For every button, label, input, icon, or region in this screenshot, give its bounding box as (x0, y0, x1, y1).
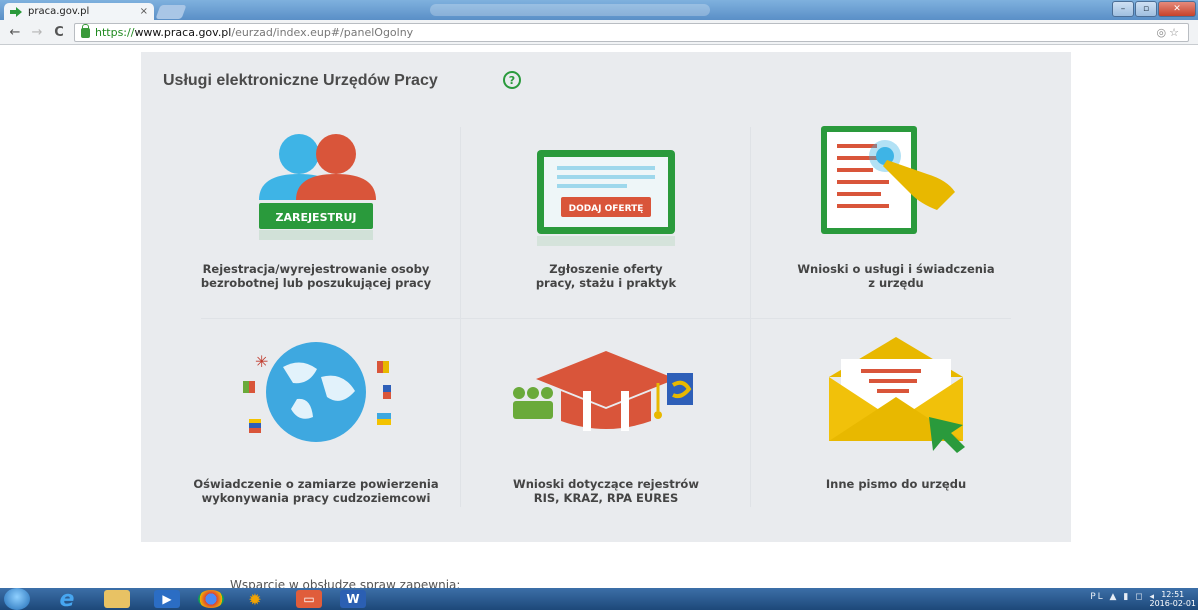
back-button[interactable]: ← (6, 25, 24, 40)
tile-label-line: z urzędu (868, 276, 924, 290)
presentation-app-icon[interactable]: ▭ (296, 590, 322, 608)
services-panel: Usługi elektroniczne Urzędów Pracy ? ZAR… (141, 52, 1071, 542)
tile-label-line: RIS, KRAZ, RPA EURES (533, 491, 679, 505)
clock-date: 2016-02-01 (1149, 599, 1197, 608)
start-button[interactable] (4, 588, 30, 610)
tile-label-line: bezrobotnej lub poszukującej pracy (200, 276, 432, 290)
tile-label: Inne pismo do urzędu (751, 477, 1041, 491)
window-title-blur (430, 4, 710, 16)
tile-registration[interactable]: ZAREJESTRUJ Rejestracja/wyrejestrowanie … (171, 122, 461, 312)
tile-label-line: Inne pismo do urzędu (825, 477, 967, 491)
url-path: /eurzad/index.eup#/panelOgolny (231, 26, 414, 39)
help-icon[interactable]: ? (503, 71, 521, 89)
register-button-label[interactable]: ZAREJESTRUJ (275, 211, 356, 224)
browser-toolbar: ← → C https:// www.praca.gov.pl /eurzad/… (0, 20, 1198, 45)
tile-label: Wnioski dotyczące rejestrów RIS, KRAZ, R… (461, 477, 751, 505)
envelope-letter-icon (829, 337, 965, 453)
url-host: www.praca.gov.pl (134, 26, 232, 39)
tile-applications[interactable]: Wnioski o usługi i świadczenia z urzędu (751, 122, 1041, 312)
people-register-icon: ZAREJESTRUJ (259, 134, 376, 240)
windows-taskbar: e ▶ ✹ ▭ W PL ▲ ▮ ◻ ◂ 12:51 2016-02-01 (0, 587, 1198, 612)
tile-label-line: wykonywania pracy cudzoziemcowi (201, 491, 431, 505)
maximize-button[interactable]: ▫ (1135, 1, 1157, 17)
word-icon[interactable]: W (340, 590, 366, 608)
sun-app-icon[interactable]: ✹ (242, 590, 268, 609)
grid-divider (201, 318, 1011, 319)
tile-label-line: Zgłoszenie oferty (549, 262, 663, 276)
job-offer-board-icon: DODAJ OFERTĘ (537, 150, 675, 246)
globe-flags-icon: ✳ (243, 342, 391, 442)
url-scheme: https:// (95, 26, 135, 39)
window-controls: – ▫ ✕ (1112, 1, 1196, 17)
tile-label: Zgłoszenie oferty pracy, stażu i praktyk (461, 262, 751, 290)
graduation-cap-icon: EURES (513, 351, 693, 431)
bookmark-star-icon[interactable]: ◎☆ (1157, 26, 1182, 39)
tile-job-offer[interactable]: DODAJ OFERTĘ Zgłoszenie oferty pracy, st… (461, 122, 751, 312)
tile-other-letter[interactable]: Inne pismo do urzędu (751, 337, 1041, 527)
new-tab-button[interactable] (155, 5, 187, 19)
tile-label: Rejestracja/wyrejestrowanie osoby bezrob… (171, 262, 461, 290)
document-touch-icon (821, 126, 955, 234)
clock-time: 12:51 (1161, 590, 1185, 599)
window-titlebar: praca.gov.pl × – ▫ ✕ (0, 0, 1198, 20)
tile-registers[interactable]: EURES Wnioski dotyczące rejestrów RIS, K… (461, 337, 751, 527)
tile-label-line: pracy, stażu i praktyk (535, 276, 677, 290)
chrome-icon[interactable] (198, 590, 224, 608)
forward-button[interactable]: → (28, 25, 46, 40)
tab-title: praca.gov.pl (28, 6, 90, 17)
close-window-button[interactable]: ✕ (1158, 1, 1196, 17)
lock-icon (81, 23, 90, 38)
explorer-icon[interactable] (104, 590, 130, 608)
language-indicator[interactable]: PL (1090, 592, 1104, 602)
svg-text:✳: ✳ (255, 352, 268, 371)
address-bar[interactable]: https:// www.praca.gov.pl /eurzad/index.… (74, 23, 1189, 42)
tile-label-line: Oświadczenie o zamiarze powierzenia (193, 477, 439, 491)
tile-label-line: Wnioski o usługi i świadczenia (797, 262, 995, 276)
footer-support-text: Wsparcie w obsłudze spraw zapewnia: (230, 578, 461, 588)
tab-close-icon[interactable]: × (140, 6, 148, 17)
tile-foreigner-declaration[interactable]: ✳ Oświadczenie o zamiarze powierzenia wy… (171, 337, 461, 527)
minimize-button[interactable]: – (1112, 1, 1134, 17)
page-title: Usługi elektroniczne Urzędów Pracy (163, 72, 438, 89)
system-clock[interactable]: 12:51 2016-02-01 (1150, 590, 1197, 608)
ie-icon[interactable]: e (54, 587, 80, 612)
media-player-icon[interactable]: ▶ (154, 590, 180, 608)
add-offer-button-label[interactable]: DODAJ OFERTĘ (569, 204, 644, 214)
reload-button[interactable]: C (50, 25, 68, 40)
arrow-favicon-icon (10, 6, 22, 17)
tile-label: Oświadczenie o zamiarze powierzenia wyko… (171, 477, 461, 505)
browser-tab[interactable]: praca.gov.pl × (4, 3, 154, 20)
tile-label-line: Wnioski dotyczące rejestrów (513, 477, 699, 491)
system-tray[interactable]: PL ▲ ▮ ◻ ◂ (1090, 592, 1156, 602)
tile-label: Wnioski o usługi i świadczenia z urzędu (751, 262, 1041, 290)
eures-badge: EURES (667, 373, 693, 381)
tile-label-line: Rejestracja/wyrejestrowanie osoby (202, 262, 430, 276)
